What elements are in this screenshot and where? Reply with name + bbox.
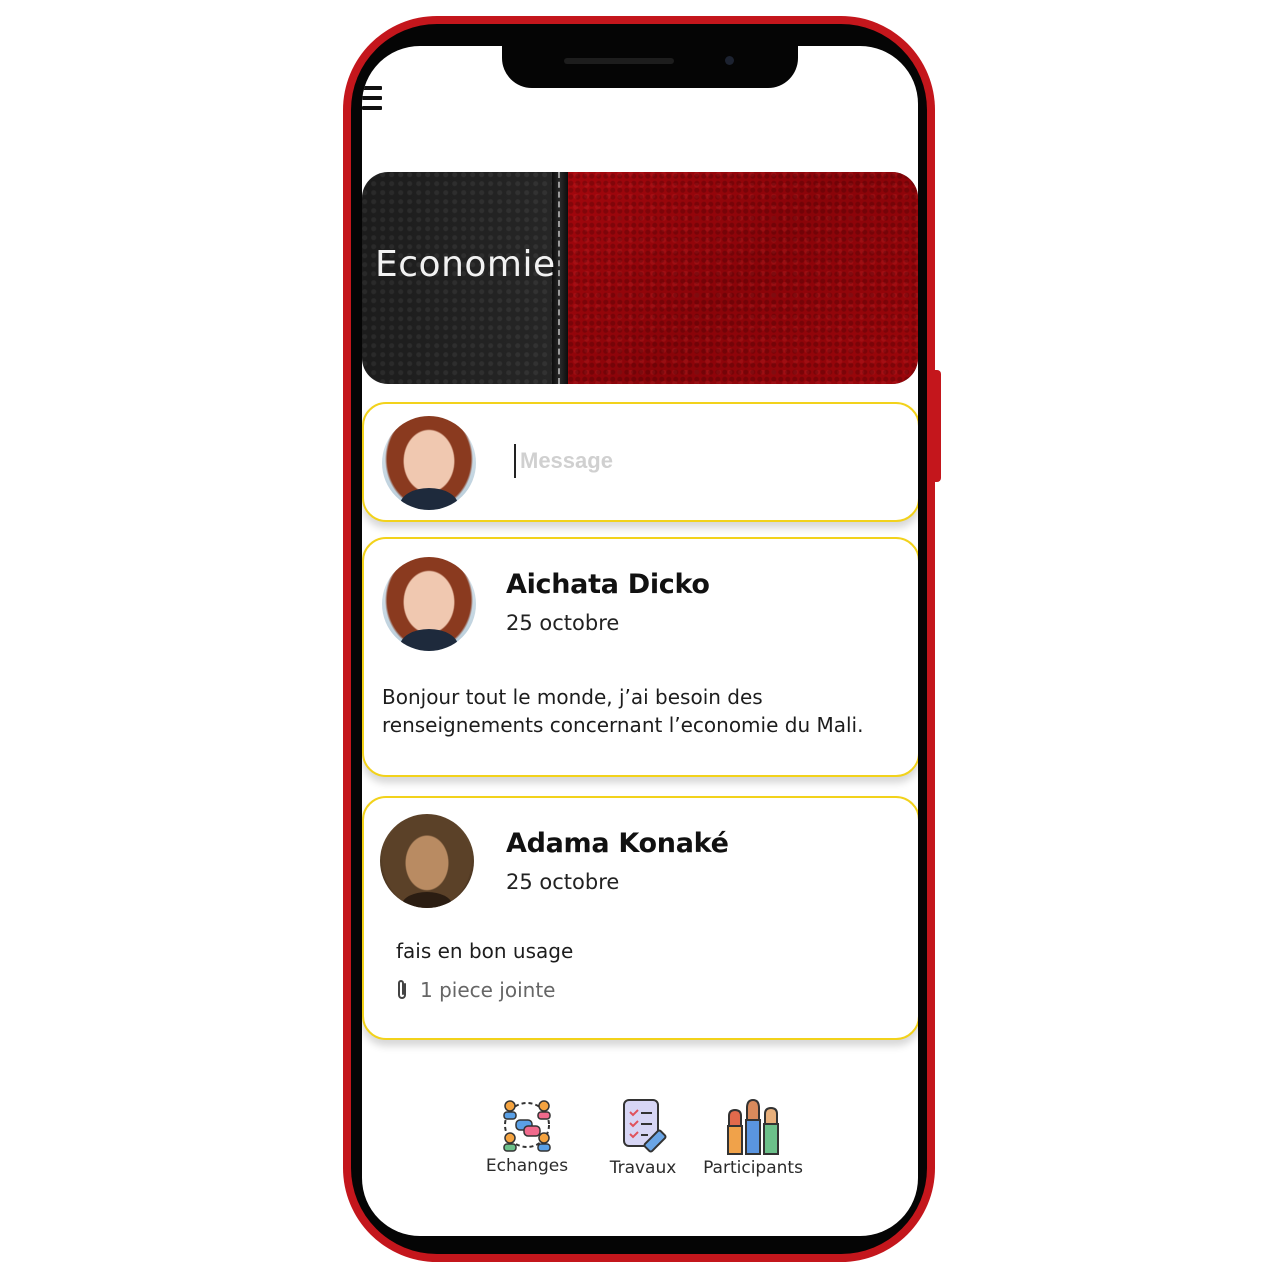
speaker-grille	[564, 58, 674, 64]
tab-label: Travaux	[609, 1158, 677, 1178]
author-name: Adama Konaké	[506, 828, 729, 859]
compose-card	[362, 402, 918, 522]
tab-travaux[interactable]: Travaux	[588, 1096, 698, 1178]
tab-echanges[interactable]: Echanges	[472, 1096, 582, 1176]
author-name: Aichata Dicko	[506, 569, 710, 600]
post-text-line: fais en bon usage	[396, 939, 574, 963]
banner-stitching	[558, 172, 560, 384]
post-date: 25 octobre	[506, 611, 620, 635]
author-avatar	[380, 814, 474, 908]
bottom-tab-bar: Echanges Travaux Participants	[472, 1096, 812, 1182]
course-banner: Economie	[362, 172, 918, 384]
attachment-link[interactable]: 1 piece jointe	[394, 978, 555, 1002]
banner-red-leather	[568, 172, 918, 384]
course-title: Economie	[375, 244, 556, 285]
author-avatar	[382, 557, 476, 651]
tasks-icon	[623, 1099, 667, 1153]
tab-label: Participants	[703, 1158, 803, 1178]
phone-notch	[502, 24, 798, 88]
current-user-avatar	[382, 416, 476, 510]
post-date: 25 octobre	[506, 870, 620, 894]
attachment-label: 1 piece jointe	[420, 978, 556, 1002]
post-card: Adama Konaké 25 octobre fais en bon usag…	[362, 796, 918, 1040]
hamburger-menu-icon[interactable]	[362, 86, 384, 114]
post-card: Aichata Dicko 25 octobre Bonjour tout le…	[362, 537, 918, 777]
tab-participants[interactable]: Participants	[698, 1096, 808, 1178]
post-text-line: Bonjour tout le monde, j’ai besoin des	[382, 685, 763, 709]
post-text-line: renseignements concernant l’economie du …	[382, 713, 864, 737]
tab-label: Echanges	[485, 1156, 569, 1176]
participants-icon	[727, 1098, 779, 1155]
exchange-icon	[503, 1100, 551, 1152]
app-screen: Economie Aichata Dicko 25 octobre Bonjou…	[362, 46, 918, 1236]
message-input[interactable]	[514, 444, 880, 478]
front-camera-icon	[725, 56, 734, 65]
paperclip-icon	[398, 980, 406, 999]
power-button	[933, 370, 941, 482]
